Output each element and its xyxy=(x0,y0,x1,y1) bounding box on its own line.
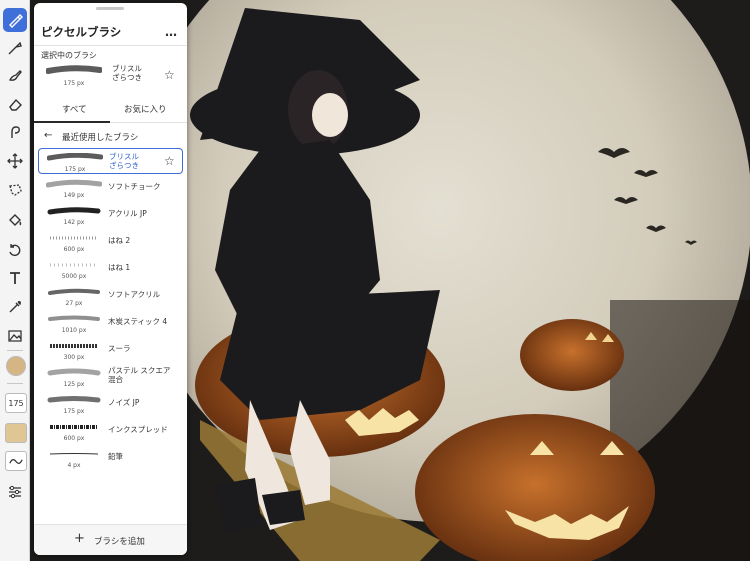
brush-name: スーラ xyxy=(108,344,131,353)
brush-size-label: 1010 px xyxy=(61,327,87,334)
divider xyxy=(34,45,187,46)
panel-title: ピクセルブラシ xyxy=(41,25,122,39)
favorite-star-icon[interactable]: ☆ xyxy=(164,68,175,82)
brush-item[interactable]: 149 px ソフトチョーク xyxy=(38,175,183,201)
text-icon[interactable] xyxy=(3,266,27,290)
toolbar-divider xyxy=(7,350,23,351)
brush-size-label: 5000 px xyxy=(61,273,87,280)
recent-brushes-label: 最近使用したブラシ xyxy=(62,133,139,143)
brush-size-label: 175 px xyxy=(63,80,85,87)
brush-name-line: ブリスル xyxy=(112,64,142,73)
witch-face xyxy=(312,93,348,137)
brush-size-label: 125 px xyxy=(63,381,85,388)
brush-name-line: ざらつき xyxy=(112,73,142,82)
brush-name: アクリル JP xyxy=(108,209,147,218)
brush-size-label: 600 px xyxy=(63,435,85,442)
tab-all[interactable]: すべて xyxy=(62,103,87,115)
brush-size-value[interactable]: 175 xyxy=(5,393,27,413)
active-tab-indicator xyxy=(34,121,110,123)
brush-stroke-preview xyxy=(50,425,98,429)
back-arrow-icon[interactable]: ← xyxy=(44,130,52,141)
pumpkin-small xyxy=(520,319,624,391)
add-brush-label: ブラシを追加 xyxy=(94,537,145,547)
stroke-settings-icon[interactable] xyxy=(5,451,27,471)
color-swatch[interactable] xyxy=(6,356,26,376)
brush-stroke-preview xyxy=(50,263,98,267)
brush-item[interactable]: 175 px ノイズ JP xyxy=(38,391,183,417)
undo-history-icon[interactable] xyxy=(3,238,27,262)
brush-name-line: パステル スクエア xyxy=(108,366,171,375)
toolbar-divider xyxy=(7,383,23,384)
brush-stroke-preview xyxy=(47,396,101,403)
pixel-brush-icon[interactable] xyxy=(3,8,27,32)
move-icon[interactable] xyxy=(3,149,27,173)
left-toolbar: 175 xyxy=(0,0,30,561)
brush-stroke-preview xyxy=(48,315,100,321)
brush-name: ソフトアクリル xyxy=(108,290,161,299)
current-brush[interactable]: 175 px ブリスル ざらつき ☆ xyxy=(34,61,187,93)
brush-item[interactable]: 600 px インクスプレッド xyxy=(38,418,183,444)
brush-name: パステル スクエア 混合 xyxy=(108,366,170,384)
more-options-icon[interactable]: … xyxy=(165,25,178,39)
fill-brush-icon[interactable] xyxy=(3,63,27,87)
brush-size-label: 142 px xyxy=(63,219,85,226)
brush-stroke-preview xyxy=(47,153,103,161)
tab-favorites[interactable]: お気に入り xyxy=(124,103,167,115)
brush-stroke-preview xyxy=(49,453,99,455)
brush-stroke-preview xyxy=(50,236,98,240)
recent-brushes-header[interactable]: ← 最近使用したブラシ xyxy=(34,127,187,147)
selected-brush-label: 選択中のブラシ xyxy=(41,51,97,60)
brush-size-label: 149 px xyxy=(63,192,85,199)
brush-stroke-preview xyxy=(48,288,100,295)
brush-name: インクスプレッド xyxy=(108,425,168,434)
brush-item[interactable]: 142 px アクリル JP xyxy=(38,202,183,228)
brush-item[interactable]: 27 px ソフトアクリル xyxy=(38,283,183,309)
brush-name-line: ブリスル xyxy=(109,152,139,161)
brush-item[interactable]: 600 px はね 2 xyxy=(38,229,183,255)
plus-icon: + xyxy=(74,531,85,546)
brush-name: ソフトチョーク xyxy=(108,182,161,191)
brush-stroke-preview xyxy=(50,344,98,348)
image-icon[interactable] xyxy=(3,324,27,348)
brush-item[interactable]: 1010 px 木炭スティック 4 xyxy=(38,310,183,336)
brush-stroke-preview xyxy=(46,179,102,188)
add-brush-button[interactable]: + ブラシを追加 xyxy=(34,524,187,555)
brush-size-label: 600 px xyxy=(63,246,85,253)
brush-item[interactable]: 4 px 鉛筆 xyxy=(38,445,183,471)
brush-item[interactable]: 300 px スーラ xyxy=(38,337,183,363)
brush-size-label: 175 px xyxy=(63,408,85,415)
brush-stroke-preview xyxy=(47,368,101,376)
brush-stroke-preview xyxy=(46,65,102,74)
vector-brush-icon[interactable] xyxy=(3,36,27,60)
brush-name-line: 混合 xyxy=(108,375,123,384)
eraser-icon[interactable] xyxy=(3,92,27,116)
smudge-icon[interactable] xyxy=(3,120,27,144)
brush-name: ノイズ JP xyxy=(108,398,140,407)
brush-size-label: 27 px xyxy=(65,300,83,307)
brush-item[interactable]: 125 px パステル スクエア 混合 xyxy=(38,364,183,390)
brush-name: はね 1 xyxy=(108,263,131,272)
lasso-icon[interactable] xyxy=(3,178,27,202)
brush-stroke-preview xyxy=(47,207,101,215)
tool-settings-icon[interactable] xyxy=(3,480,27,504)
brush-item[interactable]: 175 px ブリスル ざらつき ☆ xyxy=(38,148,183,174)
brush-size-label: 300 px xyxy=(63,354,85,361)
eyedropper-icon[interactable] xyxy=(3,295,27,319)
brush-size-label: 175 px xyxy=(64,166,86,173)
brush-name: ブリスル ざらつき xyxy=(109,152,139,170)
brush-name-line: ざらつき xyxy=(109,161,139,170)
drag-handle[interactable] xyxy=(96,7,124,10)
brush-opacity-swatch[interactable] xyxy=(5,423,27,443)
favorite-star-icon[interactable]: ☆ xyxy=(164,154,175,168)
brush-name: はね 2 xyxy=(108,236,131,245)
brush-size-label: 4 px xyxy=(67,462,81,469)
brush-name: 鉛筆 xyxy=(108,452,123,461)
brush-name: ブリスル ざらつき xyxy=(112,64,142,82)
brush-name: 木炭スティック 4 xyxy=(108,317,168,326)
brush-panel: ピクセルブラシ … 選択中のブラシ 175 px ブリスル ざらつき ☆ すべて… xyxy=(34,3,187,555)
brush-item[interactable]: 5000 px はね 1 xyxy=(38,256,183,282)
paint-bucket-icon[interactable] xyxy=(3,208,27,232)
